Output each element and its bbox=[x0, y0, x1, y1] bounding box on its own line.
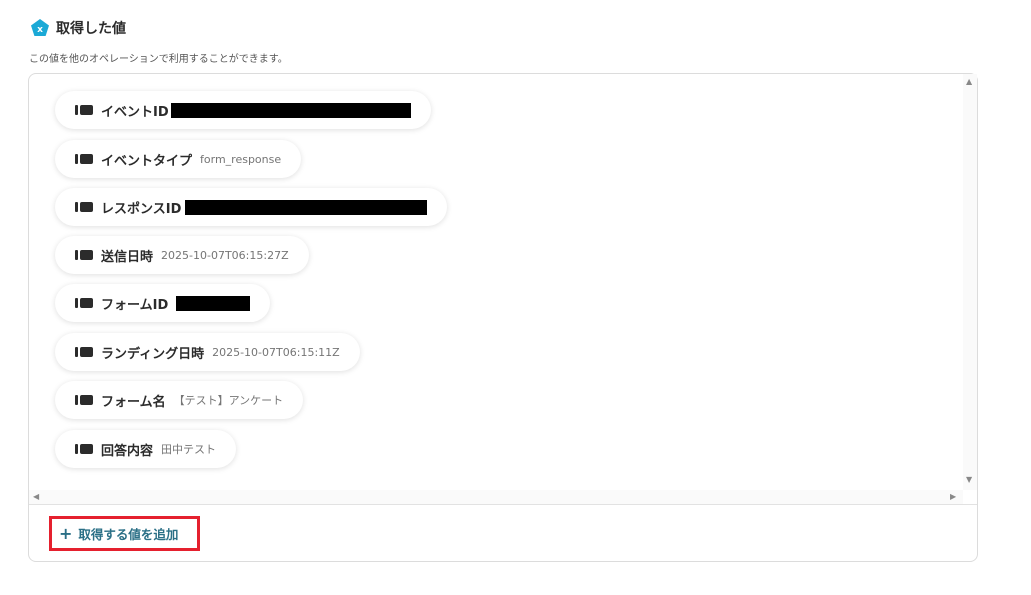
plus-icon: + bbox=[59, 523, 73, 543]
value-chip-label: 送信日時 bbox=[101, 249, 154, 265]
svg-text:x: x bbox=[37, 25, 43, 35]
section-description: この値を他のオペレーションで利用することができます。 bbox=[29, 54, 288, 65]
tag-icon bbox=[75, 250, 93, 260]
value-chip-label: フォームID bbox=[101, 297, 169, 313]
tag-icon bbox=[75, 202, 93, 212]
redacted-value bbox=[176, 295, 251, 311]
tag-icon bbox=[75, 105, 93, 115]
value-chip-landed-at[interactable]: ランディング日時 2025-10-07T06:15:11Z bbox=[55, 333, 360, 371]
scroll-down-icon[interactable]: ▼ bbox=[966, 476, 972, 484]
value-chip-label: イベントタイプ bbox=[101, 153, 193, 169]
value-chip-label: ランディング日時 bbox=[101, 346, 205, 362]
value-chip-label: レスポンスID bbox=[101, 201, 182, 217]
value-chip-label: フォーム名 bbox=[101, 394, 166, 410]
value-chip-value: 2025-10-07T06:15:27Z bbox=[161, 248, 289, 262]
section-header: x 取得した値 bbox=[30, 18, 126, 38]
tag-icon bbox=[75, 154, 93, 164]
scroll-up-icon[interactable]: ▲ bbox=[966, 78, 972, 86]
value-chip-value: 2025-10-07T06:15:11Z bbox=[212, 345, 340, 359]
scroll-left-icon[interactable]: ◀ bbox=[33, 493, 39, 501]
value-chip-event-type[interactable]: イベントタイプ form_response bbox=[55, 140, 302, 178]
value-chip-event-id[interactable]: イベントID bbox=[55, 91, 431, 129]
value-chip-value: 田中テスト bbox=[161, 443, 217, 456]
value-chip-label: イベントID bbox=[101, 104, 169, 120]
horizontal-scrollbar[interactable]: ◀ ▶ bbox=[29, 490, 963, 504]
redacted-value bbox=[185, 199, 428, 215]
divider bbox=[29, 504, 977, 505]
tag-icon bbox=[75, 395, 93, 405]
value-chip-response-id[interactable]: レスポンスID bbox=[55, 188, 448, 226]
value-chip-submitted-at[interactable]: 送信日時 2025-10-07T06:15:27Z bbox=[55, 236, 309, 274]
tag-icon bbox=[75, 298, 93, 308]
value-chip-answer[interactable]: 回答内容 田中テスト bbox=[55, 430, 237, 468]
value-chip-value: 【テスト】アンケート bbox=[173, 394, 284, 407]
pentagon-x-logo-icon: x bbox=[31, 19, 49, 36]
tag-icon bbox=[75, 347, 93, 357]
vertical-scrollbar[interactable]: ▲ ▼ bbox=[963, 74, 977, 490]
value-chip-form-id[interactable]: フォームID bbox=[55, 284, 271, 322]
scroll-right-icon[interactable]: ▶ bbox=[950, 493, 956, 501]
section-title: 取得した値 bbox=[56, 21, 126, 37]
tag-icon bbox=[75, 444, 93, 454]
values-list: イベントID イベントタイプ form_response レスポンスID 送信日… bbox=[29, 74, 977, 490]
value-chip-form-name[interactable]: フォーム名 【テスト】アンケート bbox=[55, 381, 304, 419]
add-value-button[interactable]: + 取得する値を追加 bbox=[49, 516, 200, 551]
add-value-label: 取得する値を追加 bbox=[78, 527, 179, 542]
values-panel: イベントID イベントタイプ form_response レスポンスID 送信日… bbox=[28, 73, 978, 562]
value-chip-value: form_response bbox=[200, 152, 282, 166]
redacted-value bbox=[170, 102, 411, 118]
value-chip-label: 回答内容 bbox=[101, 443, 154, 459]
